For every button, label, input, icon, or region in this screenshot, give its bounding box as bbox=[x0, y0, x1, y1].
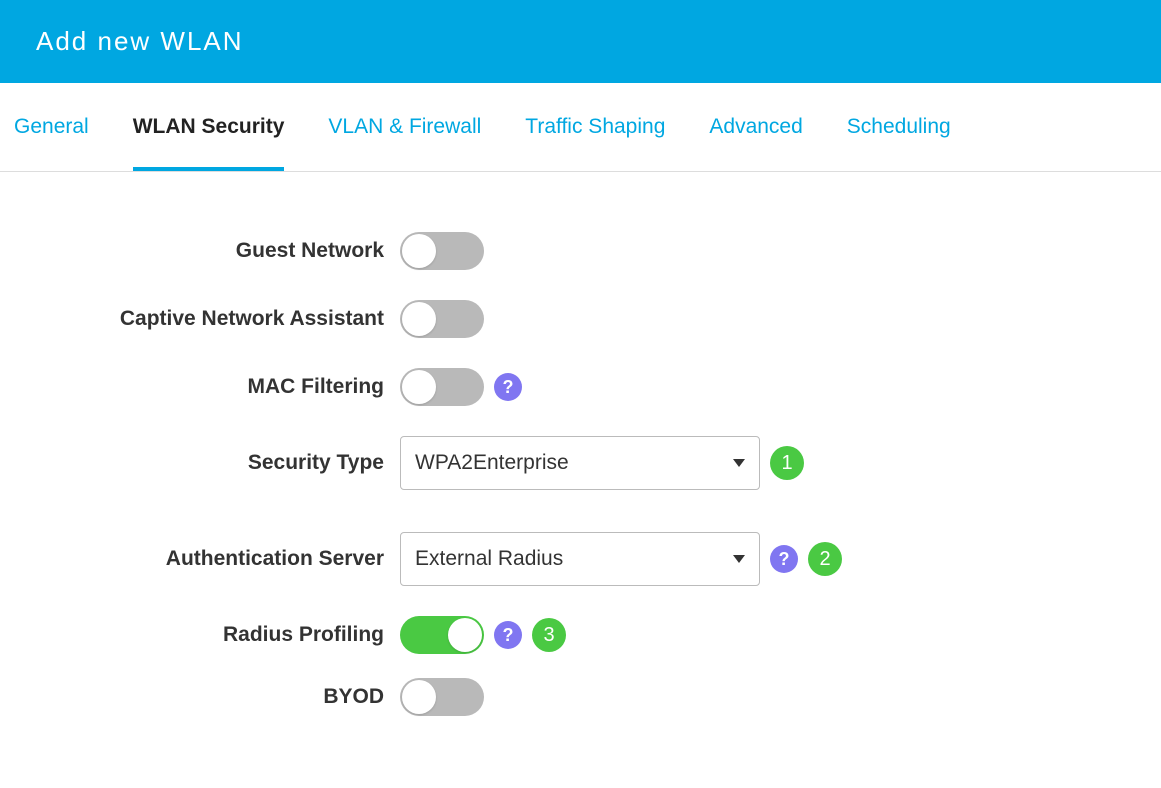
toggle-knob bbox=[402, 680, 436, 714]
row-byod: BYOD bbox=[20, 678, 1141, 716]
caret-down-icon bbox=[733, 459, 745, 467]
select-security-type[interactable]: WPA2Enterprise bbox=[400, 436, 760, 490]
label-authentication-server: Authentication Server bbox=[20, 547, 400, 571]
tab-vlan-firewall[interactable]: VLAN & Firewall bbox=[328, 115, 481, 171]
tabs: General WLAN Security VLAN & Firewall Tr… bbox=[0, 83, 1161, 172]
label-captive-network-assistant: Captive Network Assistant bbox=[20, 307, 400, 331]
row-authentication-server: Authentication Server External Radius ? … bbox=[20, 532, 1141, 586]
label-radius-profiling: Radius Profiling bbox=[20, 623, 400, 647]
toggle-knob bbox=[402, 370, 436, 404]
row-guest-network: Guest Network bbox=[20, 232, 1141, 270]
select-authentication-server[interactable]: External Radius bbox=[400, 532, 760, 586]
toggle-captive-network-assistant[interactable] bbox=[400, 300, 484, 338]
page-title: Add new WLAN bbox=[36, 26, 244, 56]
row-mac-filtering: MAC Filtering ? bbox=[20, 368, 1141, 406]
toggle-knob bbox=[448, 618, 482, 652]
tab-traffic-shaping[interactable]: Traffic Shaping bbox=[525, 115, 665, 171]
toggle-byod[interactable] bbox=[400, 678, 484, 716]
annotation-badge-1: 1 bbox=[770, 446, 804, 480]
help-icon[interactable]: ? bbox=[494, 621, 522, 649]
select-authentication-server-value: External Radius bbox=[415, 547, 563, 571]
label-mac-filtering: MAC Filtering bbox=[20, 375, 400, 399]
label-guest-network: Guest Network bbox=[20, 239, 400, 263]
row-radius-profiling: Radius Profiling ? 3 bbox=[20, 616, 1141, 654]
toggle-mac-filtering[interactable] bbox=[400, 368, 484, 406]
select-security-type-value: WPA2Enterprise bbox=[415, 451, 569, 475]
annotation-badge-2: 2 bbox=[808, 542, 842, 576]
annotation-badge-3: 3 bbox=[532, 618, 566, 652]
toggle-knob bbox=[402, 302, 436, 336]
help-icon[interactable]: ? bbox=[770, 545, 798, 573]
toggle-radius-profiling[interactable] bbox=[400, 616, 484, 654]
header-bar: Add new WLAN bbox=[0, 0, 1161, 83]
toggle-guest-network[interactable] bbox=[400, 232, 484, 270]
tab-wlan-security[interactable]: WLAN Security bbox=[133, 115, 285, 171]
tab-scheduling[interactable]: Scheduling bbox=[847, 115, 951, 171]
caret-down-icon bbox=[733, 555, 745, 563]
row-security-type: Security Type WPA2Enterprise 1 bbox=[20, 436, 1141, 490]
form-area: Guest Network Captive Network Assistant … bbox=[0, 172, 1161, 736]
tab-advanced[interactable]: Advanced bbox=[709, 115, 802, 171]
help-icon[interactable]: ? bbox=[494, 373, 522, 401]
label-byod: BYOD bbox=[20, 685, 400, 709]
toggle-knob bbox=[402, 234, 436, 268]
tab-general[interactable]: General bbox=[14, 115, 89, 171]
label-security-type: Security Type bbox=[20, 451, 400, 475]
row-captive-network-assistant: Captive Network Assistant bbox=[20, 300, 1141, 338]
